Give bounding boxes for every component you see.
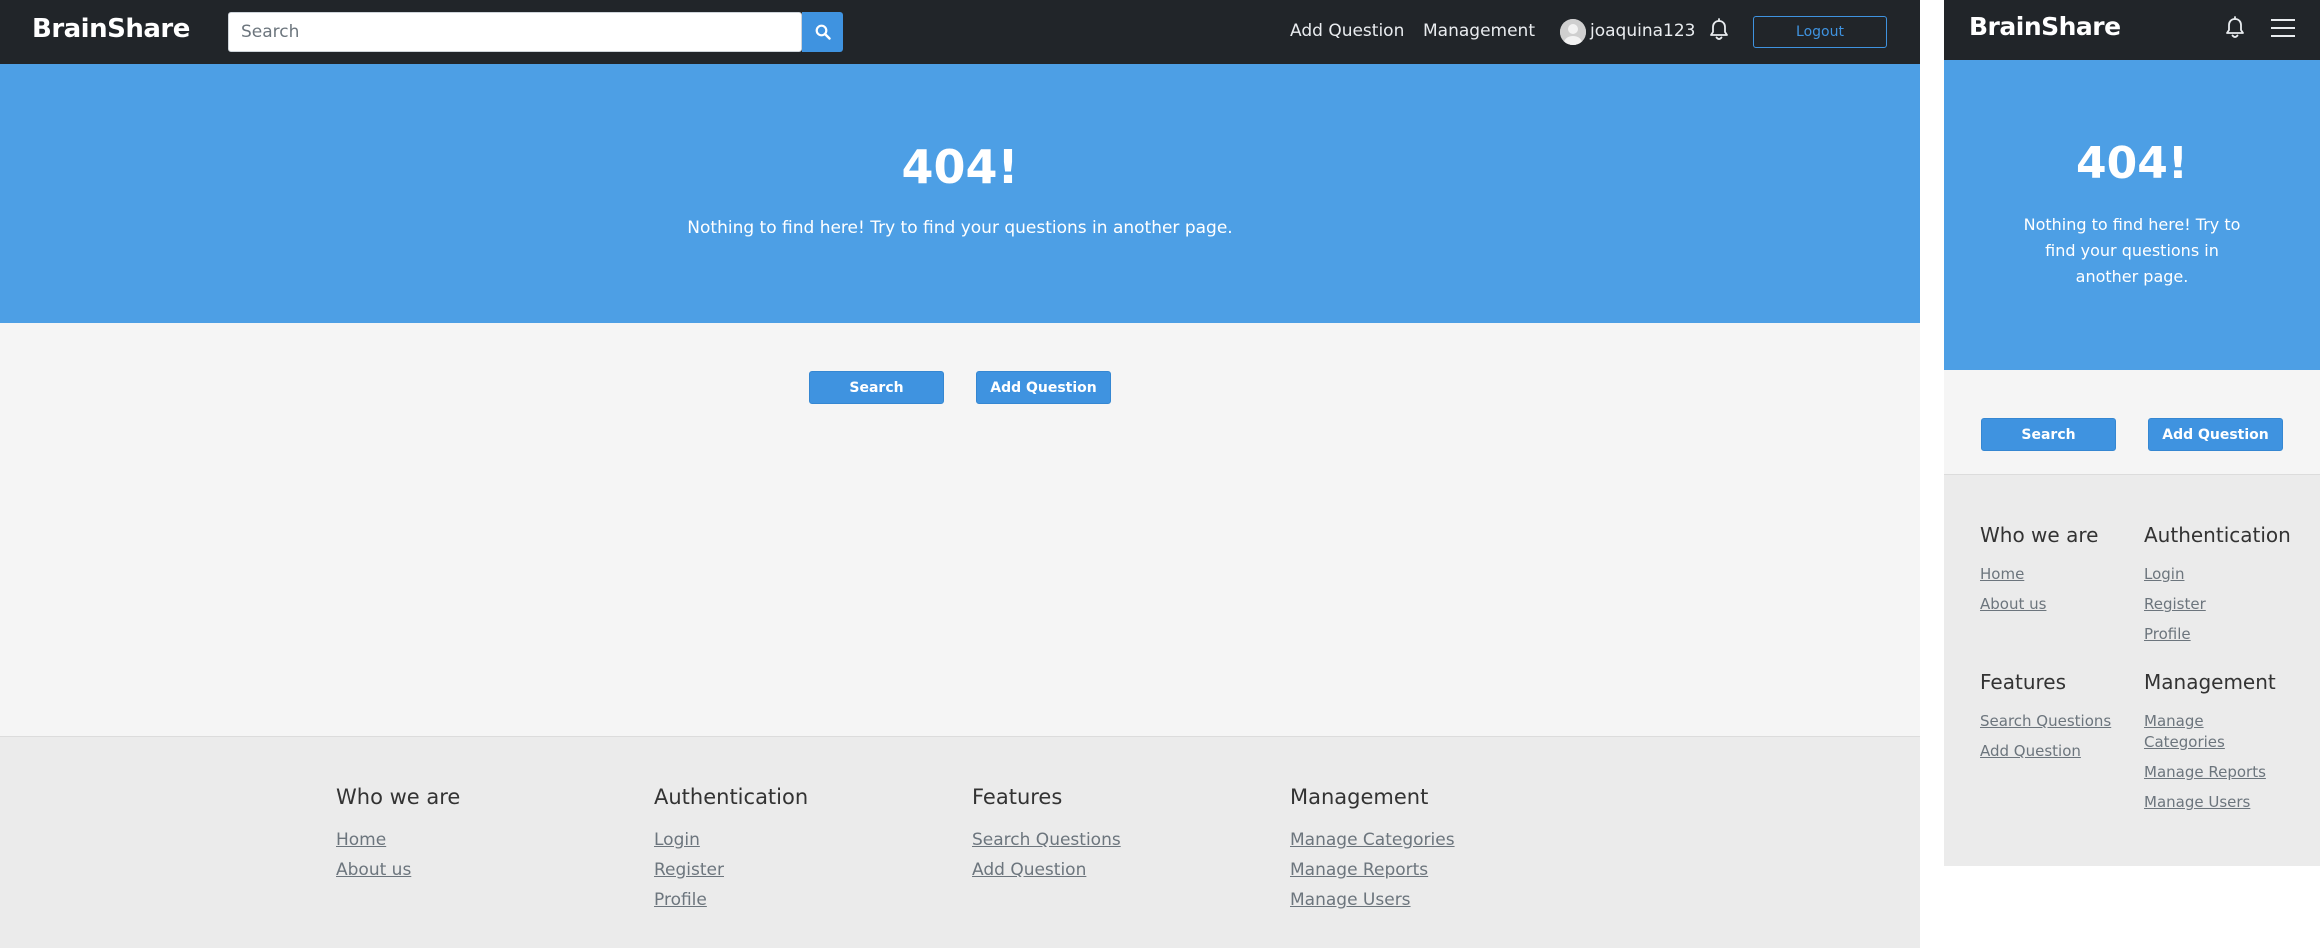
navbar: BrainShare Add Question Management joaqu… (0, 0, 1920, 64)
error-title: 404! (901, 140, 1019, 194)
search-field[interactable] (228, 12, 802, 52)
mobile-footer-col-authentication: Authentication Login Register Profile (2144, 523, 2291, 655)
footer-link-add-question[interactable]: Add Question (1980, 742, 2111, 761)
footer-link-register[interactable]: Register (654, 861, 808, 879)
footer-link-search-questions[interactable]: Search Questions (1980, 712, 2111, 731)
nav-add-question-link[interactable]: Add Question (1290, 21, 1404, 41)
footer: Who we are Home About us Authentication … (0, 736, 1920, 948)
search-input[interactable] (229, 13, 801, 51)
nav-management-link[interactable]: Management (1423, 21, 1535, 41)
footer-heading: Who we are (336, 785, 461, 809)
mobile-search-action-button[interactable]: Search (1981, 418, 2116, 451)
mobile-footer-col-management: Management Manage Categories Manage Repo… (2144, 670, 2276, 823)
mobile-footer-col-features: Features Search Questions Add Question (1980, 670, 2111, 772)
avatar-icon (1560, 19, 1586, 45)
search-icon (815, 24, 831, 40)
mobile-brand-logo[interactable]: BrainShare (1969, 12, 2121, 41)
footer-link-manage-reports[interactable]: Manage Reports (2144, 763, 2276, 782)
menu-toggle-button[interactable] (2270, 17, 2296, 43)
footer-link-add-question[interactable]: Add Question (972, 861, 1121, 879)
footer-col-who-we-are: Who we are Home About us (336, 785, 460, 891)
hamburger-menu-icon (2271, 19, 2295, 37)
bell-icon (1710, 18, 1728, 40)
mobile-navbar: BrainShare (1944, 0, 2320, 60)
nav-username[interactable]: joaquina123 (1590, 21, 1695, 41)
error-hero: 404! Nothing to find here! Try to find y… (0, 64, 1920, 323)
footer-heading: Authentication (654, 785, 809, 809)
footer-link-profile[interactable]: Profile (654, 891, 808, 909)
footer-link-about-us[interactable]: About us (1980, 595, 2098, 614)
footer-heading: Management (1290, 785, 1429, 809)
footer-link-register[interactable]: Register (2144, 595, 2291, 614)
footer-link-about-us[interactable]: About us (336, 861, 460, 879)
mobile-add-question-action-button[interactable]: Add Question (2148, 418, 2283, 451)
mobile-footer-col-who-we-are: Who we are Home About us (1980, 523, 2098, 625)
footer-link-profile[interactable]: Profile (2144, 625, 2291, 644)
footer-link-home[interactable]: Home (1980, 565, 2098, 584)
mobile-error-hero: 404! Nothing to find here! Try to find y… (1944, 60, 2320, 370)
footer-link-home[interactable]: Home (336, 831, 460, 849)
footer-link-manage-categories[interactable]: Manage Categories (1290, 831, 1455, 849)
footer-heading: Who we are (1980, 523, 2099, 547)
footer-col-authentication: Authentication Login Register Profile (654, 785, 808, 921)
footer-heading: Features (972, 785, 1063, 809)
desktop-view: BrainShare Add Question Management joaqu… (0, 0, 1920, 948)
avatar[interactable] (1560, 19, 1586, 45)
mobile-view: BrainShare 404! Nothing to find here! Tr… (1944, 0, 2320, 866)
footer-heading: Features (1980, 670, 2066, 694)
mobile-footer: Who we are Home About us Authentication … (1944, 474, 2320, 866)
footer-heading: Authentication (2144, 523, 2291, 547)
error-message: Nothing to find here! Try to find your q… (687, 218, 1233, 238)
footer-link-manage-reports[interactable]: Manage Reports (1290, 861, 1455, 879)
bell-icon (2226, 16, 2244, 38)
footer-link-manage-users[interactable]: Manage Users (1290, 891, 1455, 909)
footer-link-login[interactable]: Login (654, 831, 808, 849)
footer-link-manage-users[interactable]: Manage Users (2144, 793, 2276, 812)
footer-link-search-questions[interactable]: Search Questions (972, 831, 1121, 849)
add-question-action-button[interactable]: Add Question (976, 371, 1111, 404)
mobile-notifications-button[interactable] (2224, 16, 2246, 44)
brand-logo[interactable]: BrainShare (32, 14, 190, 44)
mobile-error-message: Nothing to find here! Try to find your q… (2023, 215, 2241, 286)
logout-button[interactable]: Logout (1753, 16, 1887, 48)
footer-link-categories[interactable]: Categories (2144, 733, 2276, 752)
footer-col-management: Management Manage Categories Manage Repo… (1290, 785, 1455, 921)
footer-link-manage[interactable]: Manage (2144, 712, 2276, 731)
search-button[interactable] (802, 12, 843, 52)
footer-col-features: Features Search Questions Add Question (972, 785, 1121, 891)
footer-heading: Management (2144, 670, 2276, 694)
mobile-error-title: 404! (2076, 138, 2188, 189)
notifications-button[interactable] (1708, 18, 1730, 46)
footer-link-login[interactable]: Login (2144, 565, 2291, 584)
search-action-button[interactable]: Search (809, 371, 944, 404)
